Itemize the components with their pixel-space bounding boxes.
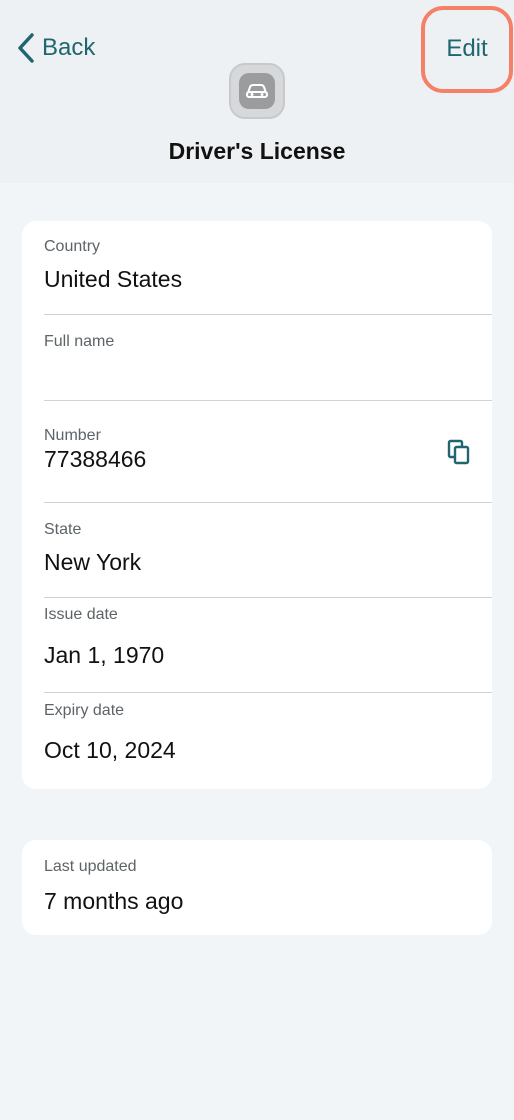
full-name-field[interactable]: Full name — [44, 333, 492, 389]
issue-date-value: Jan 1, 1970 — [44, 642, 165, 668]
divider — [44, 692, 492, 693]
issue-date-field[interactable]: Issue date Jan 1, 1970 — [44, 606, 492, 669]
chevron-left-icon — [18, 33, 34, 63]
page-title: Driver's License — [168, 138, 346, 164]
divider — [44, 597, 492, 598]
back-button[interactable]: Back — [16, 30, 95, 66]
number-label: Number — [44, 427, 101, 444]
details-card: Country United States Full name Number 7… — [22, 221, 492, 789]
expiry-date-field[interactable]: Expiry date Oct 10, 2024 — [44, 702, 492, 764]
country-value: United States — [44, 266, 183, 292]
state-field[interactable]: State New York — [44, 521, 492, 576]
meta-card: Last updated 7 months ago — [22, 840, 492, 935]
divider — [44, 400, 492, 401]
copy-icon[interactable] — [447, 439, 471, 465]
last-updated-field: Last updated 7 months ago — [44, 858, 492, 915]
expiry-date-value: Oct 10, 2024 — [44, 737, 176, 763]
last-updated-label: Last updated — [44, 858, 137, 875]
expiry-date-label: Expiry date — [44, 702, 125, 719]
header-bar: Back Edit Driver's License — [0, 0, 514, 183]
divider — [44, 314, 492, 315]
document-type-icon — [229, 63, 285, 119]
country-label: Country — [44, 238, 101, 255]
issue-date-label: Issue date — [44, 606, 118, 623]
full-name-value — [44, 361, 492, 389]
state-label: State — [44, 521, 82, 538]
last-updated-value: 7 months ago — [44, 888, 184, 914]
back-label: Back — [42, 34, 96, 61]
number-value: 77388466 — [44, 446, 147, 472]
car-icon — [246, 84, 268, 98]
state-value: New York — [44, 549, 142, 575]
divider — [44, 502, 492, 503]
full-name-label: Full name — [44, 333, 115, 350]
number-field[interactable]: Number 77388466 — [44, 427, 492, 473]
country-field[interactable]: Country United States — [44, 238, 492, 293]
edit-button[interactable]: Edit — [424, 33, 510, 65]
